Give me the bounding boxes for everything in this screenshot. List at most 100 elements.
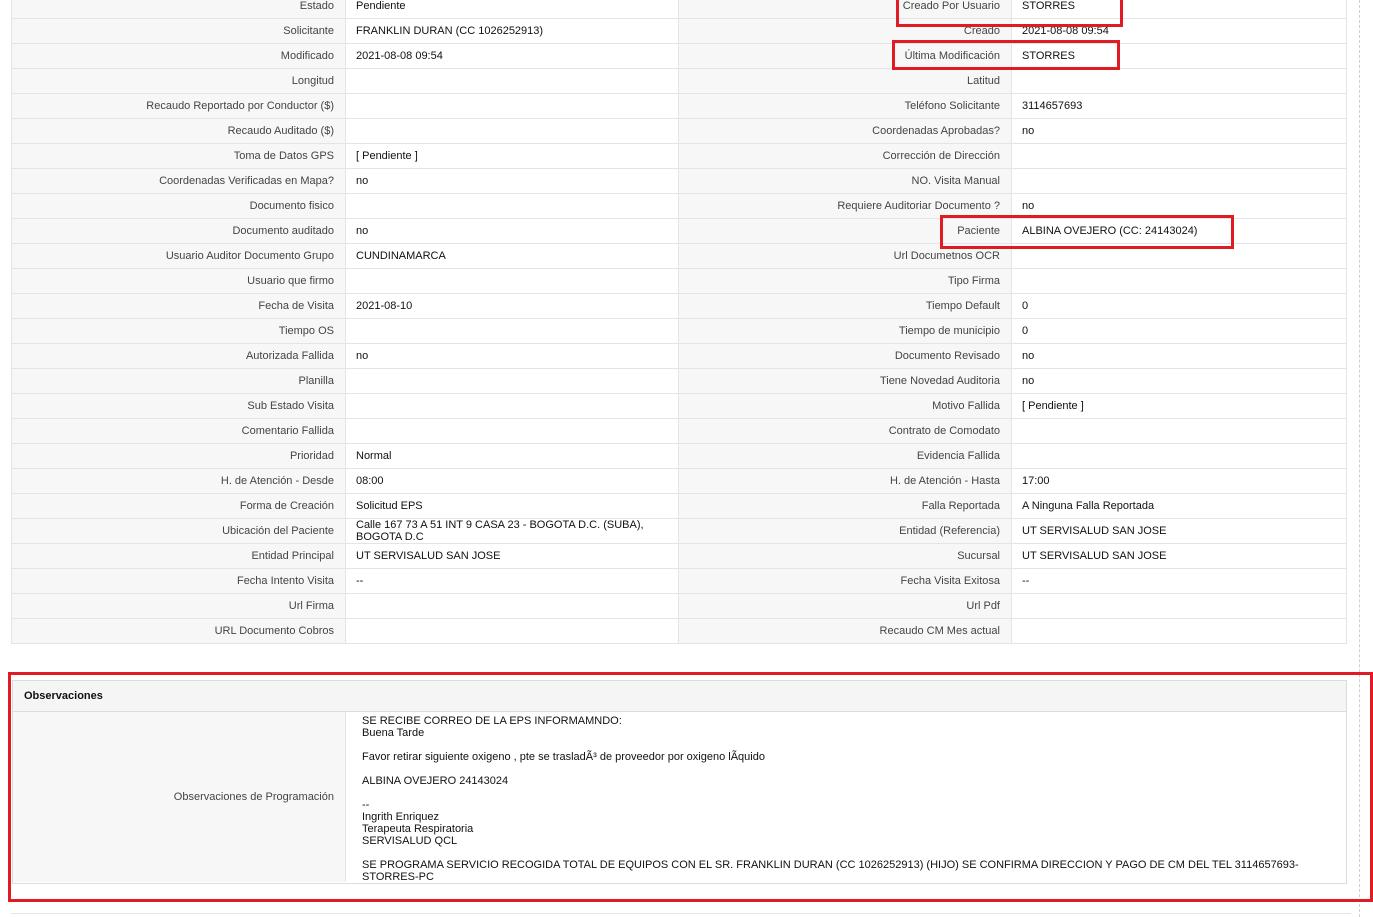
field-label: H. de Atención - Hasta	[678, 468, 1012, 494]
field-value: A Ninguna Falla Reportada	[1011, 493, 1347, 519]
highlight-creado-por-usuario	[896, 0, 1123, 27]
field-label: Url Firma	[11, 593, 346, 619]
field-label: Toma de Datos GPS	[11, 143, 346, 169]
field-label: Prioridad	[11, 443, 346, 469]
table-row: Planilla Tiene Novedad Auditoria no	[11, 368, 1347, 394]
field-value: no	[345, 218, 679, 244]
field-value: no	[1011, 368, 1347, 394]
field-label: Falla Reportada	[678, 493, 1012, 519]
field-label: Documento fisico	[11, 193, 346, 219]
table-row: Comentario Fallida Contrato de Comodato	[11, 418, 1347, 444]
field-value: 0	[1011, 318, 1347, 344]
field-value	[345, 93, 679, 119]
field-label: Tiempo OS	[11, 318, 346, 344]
field-value	[1011, 143, 1347, 169]
field-value: no	[345, 168, 679, 194]
table-row: Fecha Intento Visita -- Fecha Visita Exit…	[11, 568, 1347, 594]
field-value	[1011, 418, 1347, 444]
field-label: Recaudo CM Mes actual	[678, 618, 1012, 644]
field-value: no	[1011, 118, 1347, 144]
field-label: Coordenadas Verificadas en Mapa?	[11, 168, 346, 194]
field-label: Modificado	[11, 43, 346, 69]
field-value: 17:00	[1011, 468, 1347, 494]
table-row: Entidad Principal UT SERVISALUD SAN JOSE S…	[11, 543, 1347, 569]
detail-table-body: Estado Pendiente Creado Por Usuario STORRES…	[11, 0, 1347, 644]
highlight-observaciones	[8, 672, 1373, 902]
field-label: Longitud	[11, 68, 346, 94]
field-value	[345, 68, 679, 94]
field-label: Planilla	[11, 368, 346, 394]
table-row: Url Firma Url Pdf	[11, 593, 1347, 619]
field-label: Usuario Auditor Documento Grupo	[11, 243, 346, 269]
table-row: Autorizada Fallida no Documento Revisado …	[11, 343, 1347, 369]
field-value	[345, 368, 679, 394]
table-row: Coordenadas Verificadas en Mapa? no NO. V…	[11, 168, 1347, 194]
field-value: --	[1011, 568, 1347, 594]
field-value	[1011, 268, 1347, 294]
field-label: Entidad (Referencia)	[678, 518, 1012, 544]
field-label: H. de Atención - Desde	[11, 468, 346, 494]
field-label: URL Documento Cobros	[11, 618, 346, 644]
field-value	[345, 318, 679, 344]
field-value	[345, 393, 679, 419]
table-row: Solicitante FRANKLIN DURAN (CC 1026252913…	[11, 18, 1347, 44]
field-value: UT SERVISALUD SAN JOSE	[1011, 518, 1347, 544]
field-value: no	[1011, 343, 1347, 369]
field-label: Contrato de Comodato	[678, 418, 1012, 444]
field-value: CUNDINAMARCA	[345, 243, 679, 269]
table-row: Longitud Latitud	[11, 68, 1347, 94]
table-row: H. de Atención - Desde 08:00 H. de Atenció…	[11, 468, 1347, 494]
field-value	[345, 593, 679, 619]
field-label: Forma de Creación	[11, 493, 346, 519]
field-value: no	[345, 343, 679, 369]
field-label: Url Pdf	[678, 593, 1012, 619]
field-label: Tipo Firma	[678, 268, 1012, 294]
field-label: Documento Revisado	[678, 343, 1012, 369]
field-label: Fecha Intento Visita	[11, 568, 346, 594]
field-label: Fecha Visita Exitosa	[678, 568, 1012, 594]
table-row: Recaudo Reportado por Conductor ($) Teléf…	[11, 93, 1347, 119]
field-value: UT SERVISALUD SAN JOSE	[345, 543, 679, 569]
field-label: Coordenadas Aprobadas?	[678, 118, 1012, 144]
field-value: [ Pendiente ]	[1011, 393, 1347, 419]
field-value	[345, 193, 679, 219]
field-value	[1011, 68, 1347, 94]
table-row: Prioridad Normal Evidencia Fallida	[11, 443, 1347, 469]
field-value	[345, 118, 679, 144]
field-value	[345, 268, 679, 294]
field-value: --	[345, 568, 679, 594]
table-row: Modificado 2021-08-08 09:54 Última Modific…	[11, 43, 1347, 69]
field-label: Sucursal	[678, 543, 1012, 569]
field-label: Sub Estado Visita	[11, 393, 346, 419]
field-label: Comentario Fallida	[11, 418, 346, 444]
field-label: Entidad Principal	[11, 543, 346, 569]
field-label: Evidencia Fallida	[678, 443, 1012, 469]
field-value: FRANKLIN DURAN (CC 1026252913)	[345, 18, 679, 44]
field-value: UT SERVISALUD SAN JOSE	[1011, 543, 1347, 569]
field-label: NO. Visita Manual	[678, 168, 1012, 194]
field-label: Recaudo Auditado ($)	[11, 118, 346, 144]
field-value: Pendiente	[345, 0, 679, 19]
field-label: Documento auditado	[11, 218, 346, 244]
table-row: URL Documento Cobros Recaudo CM Mes actua…	[11, 618, 1347, 644]
field-label: Tiempo de municipio	[678, 318, 1012, 344]
bottom-divider	[11, 913, 1351, 914]
field-label: Estado	[11, 0, 346, 19]
table-row: Sub Estado Visita Motivo Fallida[ Pendien…	[11, 393, 1347, 419]
highlight-paciente	[940, 215, 1234, 249]
field-value: 0	[1011, 293, 1347, 319]
field-value: Solicitud EPS	[345, 493, 679, 519]
field-value: 3114657693	[1011, 93, 1347, 119]
field-value	[345, 418, 679, 444]
table-row: Tiempo OS Tiempo de municipio 0	[11, 318, 1347, 344]
field-value: 2021-08-08 09:54	[345, 43, 679, 69]
field-label: Corrección de Dirección	[678, 143, 1012, 169]
field-label: Solicitante	[11, 18, 346, 44]
field-value	[1011, 593, 1347, 619]
table-row: Forma de Creación Solicitud EPS Falla Repo…	[11, 493, 1347, 519]
field-value: 2021-08-10	[345, 293, 679, 319]
table-row: Usuario que firmo Tipo Firma	[11, 268, 1347, 294]
field-value	[1011, 618, 1347, 644]
field-value: Calle 167 73 A 51 INT 9 CASA 23 - BOGOTA…	[345, 518, 679, 544]
table-row: Toma de Datos GPS[ Pendiente ] Corrección…	[11, 143, 1347, 169]
